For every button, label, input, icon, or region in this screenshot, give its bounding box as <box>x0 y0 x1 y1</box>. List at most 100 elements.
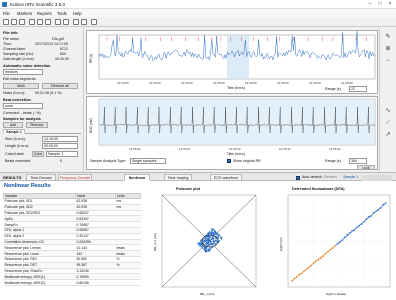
show-original-checkbox[interactable] <box>227 159 231 163</box>
tab-time-varying[interactable]: Time-Varying <box>164 174 192 181</box>
minimize-icon[interactable]: – <box>366 1 374 8</box>
menu-markers[interactable]: Markers <box>17 11 32 16</box>
sample-label-input[interactable]: Sample 1 <box>46 151 78 157</box>
poincare-point <box>212 232 215 234</box>
noise-level-select[interactable]: medium <box>3 69 43 75</box>
beat-correction-header: Beat correction <box>3 98 31 102</box>
poincare-point <box>200 239 202 241</box>
poincare-point <box>205 247 207 250</box>
poincare-plot: RR_n (ms) RR_n+1 (ms) <box>153 194 257 296</box>
menu-bar: File Markers Reports Tools Help <box>0 9 396 17</box>
report-icon[interactable] <box>63 19 69 25</box>
rr-chart-panel[interactable]: 14:10:00 14:15:00 14:20:00 14:25:00 14:3… <box>86 30 378 94</box>
dfa-ylabel: log10 F(n) <box>279 237 283 251</box>
sampling-rate-value: 500 <box>60 52 66 56</box>
auto-refresh-label: Auto-refresh <box>302 175 322 179</box>
zoom-icon[interactable]: ⊕ <box>383 46 393 52</box>
print-icon[interactable] <box>19 19 25 25</box>
dfa-point <box>320 257 322 259</box>
poincare-point <box>208 238 210 241</box>
auto-refresh-checkbox[interactable] <box>296 175 300 180</box>
result-view-buttons[interactable] <box>362 174 392 181</box>
noise-detection-header: Automatic noise detection <box>3 64 51 68</box>
dfa-point <box>324 252 327 255</box>
zoom-in-icon[interactable] <box>29 19 35 25</box>
dfa-point <box>336 242 339 245</box>
trend-icon[interactable]: ↗ <box>383 132 393 138</box>
samples-header: Samples for analysis <box>3 117 41 121</box>
wave-icon[interactable]: ∿ <box>383 108 393 114</box>
ecg-range-input[interactable]: 364 <box>349 158 367 164</box>
pan-icon[interactable] <box>45 19 51 25</box>
open-file-icon[interactable] <box>3 19 9 25</box>
zoom-out-icon[interactable] <box>37 19 43 25</box>
maximize-icon[interactable]: □ <box>376 1 384 8</box>
info-icon[interactable] <box>91 19 97 25</box>
remove-all-button[interactable]: Remove all <box>42 83 78 89</box>
poincare-point <box>215 237 217 240</box>
rr-range-input[interactable]: 22 <box>349 86 367 92</box>
app-logo-icon <box>2 2 7 7</box>
sample-start-input[interactable]: 14:15:00 <box>42 136 78 142</box>
time-label: Time: <box>3 42 12 46</box>
sample-length-input[interactable]: 00:05:00 <box>42 143 78 149</box>
export-icon[interactable] <box>73 19 79 25</box>
dfa-point <box>327 250 329 253</box>
ecg-tick-label: 14:25:27 <box>179 147 191 151</box>
menu-file[interactable]: File <box>3 11 10 16</box>
color-button[interactable]: Color <box>32 151 44 157</box>
dfa-point <box>341 239 344 241</box>
beats-corrected-label: Beats corrected: <box>5 159 32 163</box>
sample-tab[interactable]: Sample 1 <box>3 129 25 134</box>
poincare-point <box>199 244 201 247</box>
tab-nonlinear[interactable]: Nonlinear <box>124 174 150 181</box>
menu-help[interactable]: Help <box>73 11 82 16</box>
lock-button[interactable]: Lock <box>357 165 375 170</box>
poincare-point <box>208 241 210 243</box>
poincare-point <box>198 243 200 245</box>
pencil-icon[interactable]: ✎ <box>383 34 393 40</box>
tab-frequency-domain[interactable]: Frequency-Domain <box>58 174 92 181</box>
poincare-title: Poincare plot <box>176 187 201 191</box>
table-row[interactable]: Multiscale entropy, MSE(2) 0.80158 <box>3 279 141 286</box>
dfa-point <box>303 270 305 273</box>
menu-reports[interactable]: Reports <box>37 11 52 16</box>
sample-start-label: Start (h:m:s): <box>5 137 26 141</box>
poincare-ylabel: RR_n+1 (ms) <box>153 233 157 251</box>
poincare-xlabel: RR_n (ms) <box>200 292 215 296</box>
dfa-point <box>356 226 358 229</box>
left-panel: File info File name: f1ls.gdf Time: 2017… <box>0 28 84 172</box>
line-icon[interactable]: ⟋ <box>383 120 393 126</box>
ecg-chart-panel[interactable]: 14:25:22 14:25:27 14:25:32 14:25:37 14:2… <box>86 96 378 170</box>
ecg-tick-label: 14:25:32 <box>229 147 241 151</box>
beat-correction-select[interactable]: none <box>3 103 43 109</box>
poincare-point <box>221 237 223 239</box>
marker-icon[interactable] <box>55 19 61 25</box>
menu-tools[interactable]: Tools <box>57 11 67 16</box>
dfa-point <box>315 259 317 262</box>
file-name-value: f1ls.gdf <box>52 37 64 41</box>
dfa-point <box>298 273 300 275</box>
tab-ecg-waveform[interactable]: ECG waveform <box>210 174 242 181</box>
remove-sample-button[interactable]: Remove <box>26 122 48 128</box>
analysis-type-label: Sample Analysis Type: <box>90 159 127 163</box>
poincare-point <box>219 235 221 237</box>
settings-icon[interactable] <box>81 19 87 25</box>
mark-button[interactable]: Mark <box>3 83 39 89</box>
add-sample-button[interactable]: Add <box>3 122 23 128</box>
poincare-point <box>207 250 210 252</box>
rr-tick-label: 14:35:00 <box>277 81 289 85</box>
file-name-label: File name: <box>3 37 20 41</box>
minus-icon[interactable]: − <box>383 58 393 64</box>
poincare-point <box>207 242 210 244</box>
save-icon[interactable] <box>11 19 17 25</box>
refresh-button[interactable]: Refresh <box>324 175 337 179</box>
tab-time-domain[interactable]: Time-Domain <box>26 174 56 181</box>
rr-tick-label: 14:20:00 <box>181 81 193 85</box>
analysis-type-select[interactable]: Single samples <box>130 158 166 164</box>
poincare-point <box>205 249 207 252</box>
poincare-point <box>205 241 208 244</box>
dfa-point <box>312 262 315 264</box>
sample-selector[interactable]: Sample 1 <box>343 175 358 179</box>
close-icon[interactable]: × <box>386 1 394 8</box>
